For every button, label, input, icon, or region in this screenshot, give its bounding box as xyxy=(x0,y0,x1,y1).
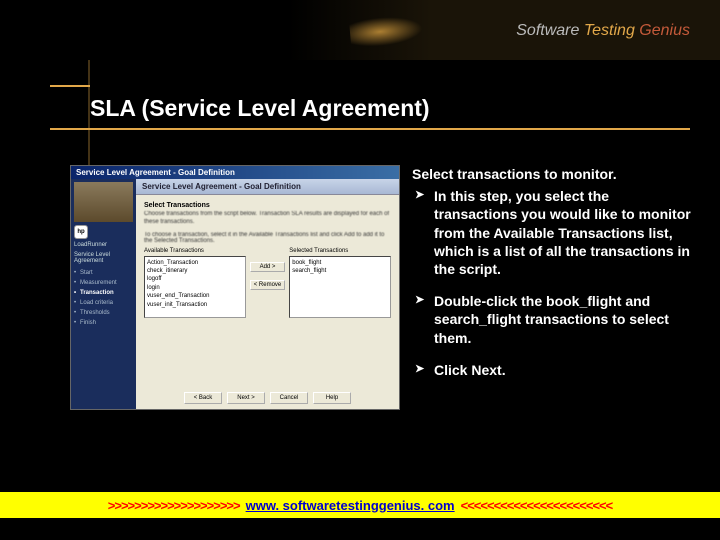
title-region: SLA (Service Level Agreement) xyxy=(50,85,690,130)
brand-logo: Software Testing Genius xyxy=(516,22,690,40)
panel-hint: To choose a transaction, select it in th… xyxy=(144,232,391,244)
slide-title: SLA (Service Level Agreement) xyxy=(50,89,690,130)
brand-word-1: Software xyxy=(516,22,579,39)
instruction-text: Select transactions to monitor. In this … xyxy=(412,165,695,475)
window-titlebar: Service Level Agreement - Goal Definitio… xyxy=(71,166,399,179)
swoosh-graphic xyxy=(348,6,451,55)
wizard-step: Finish xyxy=(74,318,133,328)
remove-button[interactable]: < Remove xyxy=(250,280,286,290)
sidebar-banner-image xyxy=(74,182,133,222)
next-button[interactable]: Next > xyxy=(227,392,265,404)
slide-footer: >>>>>>>>>>>>>>>>>>>> www. softwaretestin… xyxy=(0,492,720,518)
list-item[interactable]: logoff xyxy=(147,275,243,283)
footer-link[interactable]: www. softwaretestinggenius. com xyxy=(246,498,455,513)
panel-subheading: Select Transactions xyxy=(144,202,391,209)
arrows-right: <<<<<<<<<<<<<<<<<<<<<<< xyxy=(461,498,613,513)
bullet-item: Double-click the book_flight and search_… xyxy=(412,292,695,347)
instruction-bullets: In this step, you select the transaction… xyxy=(412,187,695,379)
available-label: Available Transactions xyxy=(144,248,246,254)
content-area: Service Level Agreement - Goal Definitio… xyxy=(70,165,695,475)
available-transactions-list[interactable]: Action_Transaction check_itinerary logof… xyxy=(144,256,246,318)
hp-logo-icon: hp xyxy=(74,225,88,239)
wizard-step-active: Transaction xyxy=(74,288,133,298)
brand-word-3: Genius xyxy=(639,22,690,39)
add-button[interactable]: Add > xyxy=(250,262,286,272)
bullet-item: Click Next. xyxy=(412,361,695,379)
sidebar-product: LoadRunner xyxy=(74,242,133,248)
wizard-step: Thresholds xyxy=(74,308,133,318)
list-item[interactable]: login xyxy=(147,284,243,292)
list-item[interactable]: vuser_init_Transaction xyxy=(147,301,243,309)
wizard-step: Measurement xyxy=(74,278,133,288)
back-button[interactable]: < Back xyxy=(184,392,222,404)
cancel-button[interactable]: Cancel xyxy=(270,392,308,404)
selected-label: Selected Transactions xyxy=(289,248,391,254)
wizard-screenshot: Service Level Agreement - Goal Definitio… xyxy=(70,165,400,410)
selected-transactions-list[interactable]: book_flight search_flight xyxy=(289,256,391,318)
slide-header: Software Testing Genius xyxy=(0,0,720,60)
panel-header: Service Level Agreement - Goal Definitio… xyxy=(136,179,399,195)
panel-description: Choose transactions from the script belo… xyxy=(144,211,391,227)
list-item[interactable]: check_itinerary xyxy=(147,267,243,275)
wizard-main-panel: Service Level Agreement - Goal Definitio… xyxy=(136,179,399,409)
bullet-item: In this step, you select the transaction… xyxy=(412,187,695,278)
wizard-steps-nav: Start Measurement Transaction Load crite… xyxy=(74,268,133,328)
sidebar-section: Service Level Agreement xyxy=(74,252,133,264)
wizard-step: Start xyxy=(74,268,133,278)
list-item[interactable]: search_flight xyxy=(292,267,388,275)
arrows-left: >>>>>>>>>>>>>>>>>>>> xyxy=(108,498,240,513)
wizard-sidebar: hp LoadRunner Service Level Agreement St… xyxy=(71,179,136,409)
brand-word-2: Testing xyxy=(584,22,635,39)
list-item[interactable]: Action_Transaction xyxy=(147,259,243,267)
instruction-heading: Select transactions to monitor. xyxy=(412,165,695,183)
help-button[interactable]: Help xyxy=(313,392,351,404)
wizard-step: Load criteria xyxy=(74,298,133,308)
list-item[interactable]: vuser_end_Transaction xyxy=(147,292,243,300)
list-item[interactable]: book_flight xyxy=(292,259,388,267)
title-accent-top xyxy=(50,85,90,87)
